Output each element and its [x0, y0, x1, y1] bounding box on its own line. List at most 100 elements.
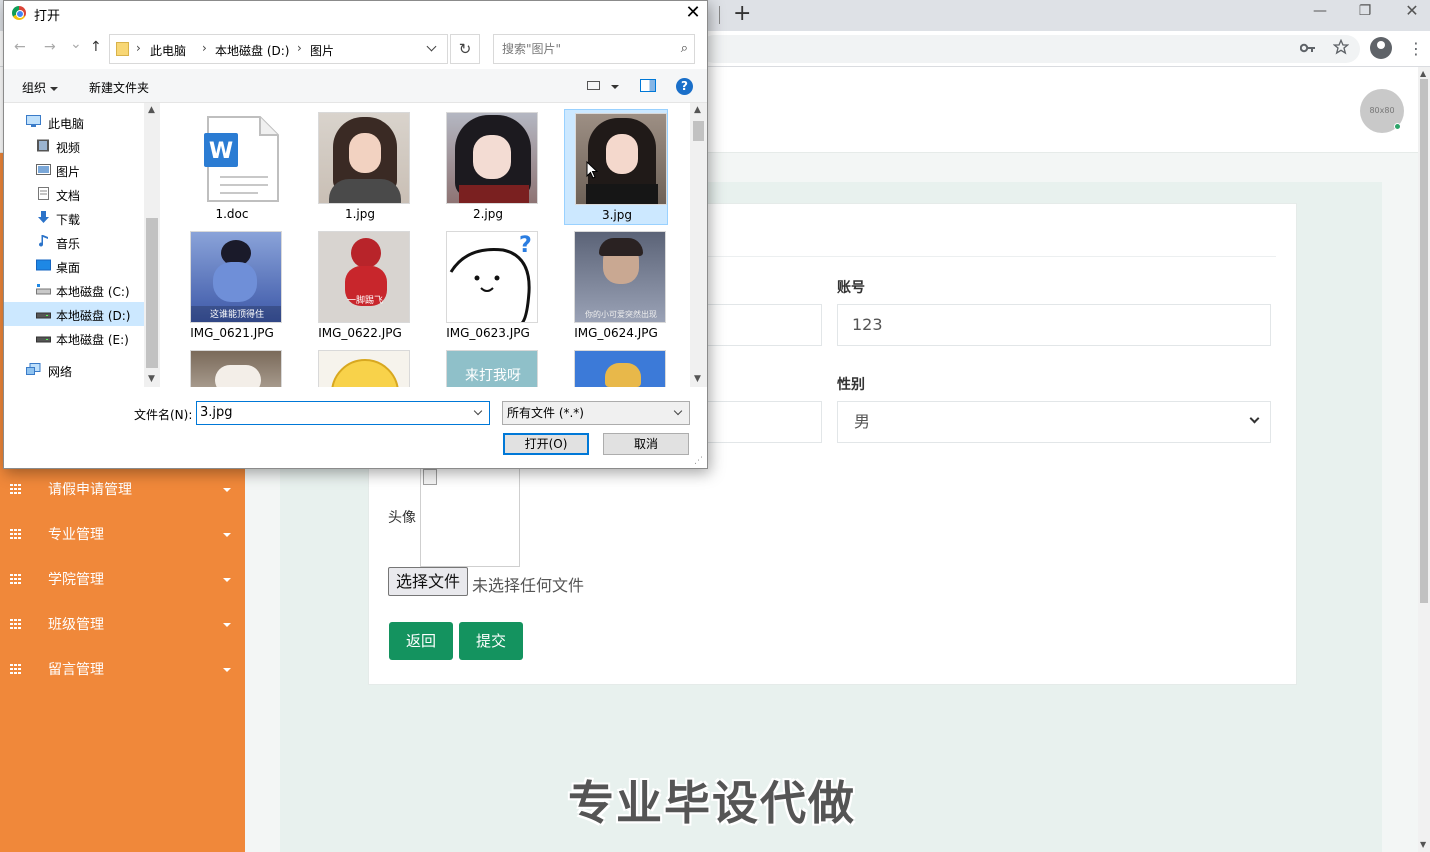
download-icon	[38, 211, 49, 223]
account-input[interactable]: 123	[837, 304, 1271, 346]
new-folder-button[interactable]: 新建文件夹	[89, 79, 149, 96]
view-mode-icon[interactable]	[587, 81, 600, 90]
sidebar-item-majors[interactable]: 专业管理	[0, 513, 245, 558]
sidebar-item-leave-requests[interactable]: 请假申请管理	[0, 468, 245, 513]
file-item-img-0622[interactable]: 一脚踢飞 IMG_0622.JPG	[308, 228, 412, 344]
sidebar-item-label: 请假申请管理	[48, 482, 132, 498]
filename-value: 3.jpg	[200, 405, 233, 420]
breadcrumb-separator: ›	[136, 41, 141, 55]
organize-label: 组织	[22, 81, 47, 95]
file-item-img-0623[interactable]: ? IMG_0623.JPG	[436, 228, 540, 344]
file-item-img-0621[interactable]: 这谁能顶得住 IMG_0621.JPG	[180, 228, 284, 344]
photo-thumbnail	[190, 350, 282, 387]
scroll-up-arrow-icon[interactable]: ▲	[1420, 69, 1426, 78]
tree-item-network[interactable]: 网络	[4, 358, 144, 382]
preview-pane-icon[interactable]	[640, 79, 656, 92]
chevron-down-icon[interactable]	[473, 406, 483, 416]
tree-item-videos[interactable]: 视频	[4, 134, 144, 158]
dialog-close-button[interactable]: ✕	[680, 1, 706, 25]
new-tab-button[interactable]: +	[733, 2, 751, 26]
chevron-down-icon	[1249, 413, 1260, 424]
nav-pane-scrollbar[interactable]: ▲ ▼	[144, 103, 160, 387]
left-text-input[interactable]	[706, 304, 822, 346]
file-list-scrollbar[interactable]: ▲ ▼	[690, 103, 707, 387]
sidebar-item-colleges[interactable]: 学院管理	[0, 558, 245, 603]
scroll-up-arrow-icon[interactable]: ▲	[694, 105, 701, 115]
help-icon[interactable]: ?	[676, 78, 693, 95]
tree-item-pictures[interactable]: 图片	[4, 158, 144, 182]
filetype-select[interactable]: 所有文件 (*.*)	[502, 401, 690, 425]
dialog-title: 打开	[34, 9, 61, 24]
back-button[interactable]: 返回	[389, 622, 453, 660]
open-button[interactable]: 打开(O)	[503, 433, 589, 455]
organize-menu[interactable]: 组织	[22, 79, 59, 96]
chevron-down-icon[interactable]	[426, 41, 437, 52]
sidebar-item-messages[interactable]: 留言管理	[0, 648, 245, 693]
filename-input[interactable]: 3.jpg	[196, 401, 490, 425]
restore-button[interactable]: ❐	[1350, 2, 1380, 20]
resize-grip-icon[interactable]: ⋰	[694, 456, 703, 466]
star-icon[interactable]	[1332, 38, 1350, 60]
scroll-up-arrow-icon[interactable]: ▲	[148, 105, 155, 115]
forward-arrow-icon[interactable]: →	[44, 39, 56, 55]
file-name: 1.jpg	[344, 207, 376, 221]
tree-item-documents[interactable]: 文档	[4, 182, 144, 206]
dialog-search-input[interactable]: 搜索"图片" ⌕	[493, 34, 695, 64]
sketch-thumbnail: ?	[446, 231, 538, 323]
file-item-1-jpg[interactable]: 1.jpg	[308, 109, 412, 225]
address-bar[interactable]	[700, 35, 1360, 63]
nav-scrollbar-thumb[interactable]	[146, 218, 158, 368]
submit-button[interactable]: 提交	[459, 622, 523, 660]
sidebar-item-classes[interactable]: 班级管理	[0, 603, 245, 648]
chevron-down-icon	[673, 406, 683, 416]
tree-item-music[interactable]: 音乐	[4, 230, 144, 254]
breadcrumb-drive-d[interactable]: 本地磁盘 (D:)	[215, 42, 289, 59]
file-item-img-0624[interactable]: 你的小可爱突然出现 IMG_0624.JPG	[564, 228, 668, 344]
online-status-dot	[1394, 123, 1401, 130]
grid-icon	[10, 574, 22, 584]
file-item-2-jpg[interactable]: 2.jpg	[436, 109, 540, 225]
minimize-button[interactable]: —	[1305, 2, 1335, 20]
file-item-emoji[interactable]	[308, 347, 412, 387]
up-arrow-icon[interactable]: ↑	[90, 39, 102, 55]
drive-icon	[36, 284, 51, 295]
search-icon: ⌕	[680, 41, 688, 56]
back-arrow-icon[interactable]: ←	[14, 39, 26, 55]
recent-locations-icon[interactable]: ⌄	[70, 36, 82, 52]
dialog-nav-row: ← → ⌄ ↑ › 此电脑 › 本地磁盘 (D:) › 图片 ↻ 搜索"图片" …	[4, 31, 707, 65]
browser-menu-icon[interactable]: ⋮	[1408, 39, 1424, 59]
profile-avatar-icon[interactable]	[1370, 37, 1392, 59]
file-item-meme[interactable]: 来打我呀	[436, 347, 540, 387]
dialog-address-bar[interactable]: › 此电脑 › 本地磁盘 (D:) › 图片	[109, 34, 448, 64]
breadcrumb-pictures[interactable]: 图片	[310, 42, 334, 59]
file-item-cat[interactable]	[180, 347, 284, 387]
scroll-down-arrow-icon[interactable]: ▼	[1420, 840, 1426, 849]
file-scrollbar-thumb[interactable]	[693, 121, 704, 141]
tree-item-drive-e[interactable]: 本地磁盘 (E:)	[4, 326, 144, 350]
scroll-down-arrow-icon[interactable]: ▼	[694, 374, 701, 384]
scroll-down-arrow-icon[interactable]: ▼	[148, 374, 155, 384]
refresh-button[interactable]: ↻	[450, 34, 480, 64]
tree-item-drive-d[interactable]: 本地磁盘 (D:)	[4, 302, 144, 326]
cancel-button[interactable]: 取消	[603, 433, 689, 455]
breadcrumb-this-pc[interactable]: 此电脑	[150, 42, 186, 59]
tree-item-label: 下载	[56, 213, 81, 227]
tree-item-drive-c[interactable]: 本地磁盘 (C:)	[4, 278, 144, 302]
page-scrollbar[interactable]: ▲ ▼	[1418, 67, 1430, 852]
page-scrollbar-thumb[interactable]	[1420, 79, 1428, 603]
key-icon[interactable]	[1299, 39, 1316, 59]
file-item-cartoon[interactable]	[564, 347, 668, 387]
tree-item-desktop[interactable]: 桌面	[4, 254, 144, 278]
photo-thumbnail: 来打我呀	[446, 350, 538, 387]
left-text-input-2[interactable]	[706, 401, 822, 443]
photo-thumbnail: 这谁能顶得住	[190, 231, 282, 323]
tree-item-this-pc[interactable]: 此电脑	[4, 110, 144, 134]
file-item-1-doc[interactable]: W 1.doc	[180, 109, 284, 225]
choose-file-button[interactable]: 选择文件	[388, 567, 468, 596]
gender-select[interactable]: 男	[837, 401, 1271, 443]
file-item-3-jpg[interactable]: 3.jpg	[564, 109, 668, 225]
window-close-button[interactable]: ✕	[1397, 2, 1427, 20]
caret-down-icon[interactable]	[611, 85, 619, 89]
tree-item-downloads[interactable]: 下载	[4, 206, 144, 230]
caret-down-icon	[223, 578, 231, 582]
